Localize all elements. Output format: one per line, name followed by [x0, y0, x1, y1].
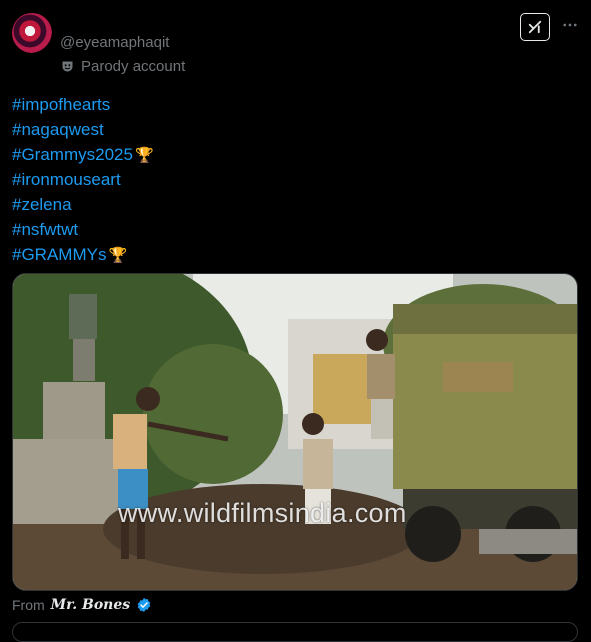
grok-icon — [528, 20, 542, 34]
user-handle[interactable]: @eyeamaphaqit — [60, 34, 169, 51]
hashtag-link[interactable]: #nsfwtwt — [12, 218, 154, 243]
hashtag-link[interactable]: #nagaqwest — [12, 118, 154, 143]
grok-button[interactable] — [520, 13, 550, 41]
avatar[interactable] — [12, 13, 52, 53]
hashtag-link[interactable]: #ironmouseart — [12, 168, 154, 193]
from-label: From — [12, 597, 45, 613]
video-watermark: www.wildfilmsindia.com — [118, 498, 407, 528]
source-attribution: From Mr. Bones — [12, 597, 152, 613]
source-account-name[interactable]: Mr. Bones — [51, 597, 130, 613]
theater-mask-icon — [62, 61, 73, 72]
hashtag-link[interactable]: #impofhearts — [12, 93, 154, 118]
video-media[interactable]: www.wildfilmsindia.com — [12, 273, 578, 591]
more-icon — [563, 23, 577, 27]
quoted-card-edge[interactable] — [12, 622, 578, 642]
video-frame — [13, 274, 577, 590]
hashtag-link[interactable]: #Grammys2025 🏆 — [12, 143, 154, 168]
trophy-icon: 🏆 — [134, 147, 154, 164]
hashtag-link[interactable]: #zelena — [12, 193, 154, 218]
more-button[interactable] — [560, 16, 580, 36]
parody-account-text: Parody account — [81, 58, 186, 75]
trophy-icon: 🏆 — [108, 247, 128, 264]
verified-badge-icon — [137, 598, 151, 612]
hashtag-list: #impofhearts #nagaqwest #Grammys2025 🏆 #i… — [12, 93, 154, 268]
hashtag-link[interactable]: #GRAMMYs 🏆 — [12, 243, 154, 268]
parody-label: Parody account — [60, 58, 185, 75]
